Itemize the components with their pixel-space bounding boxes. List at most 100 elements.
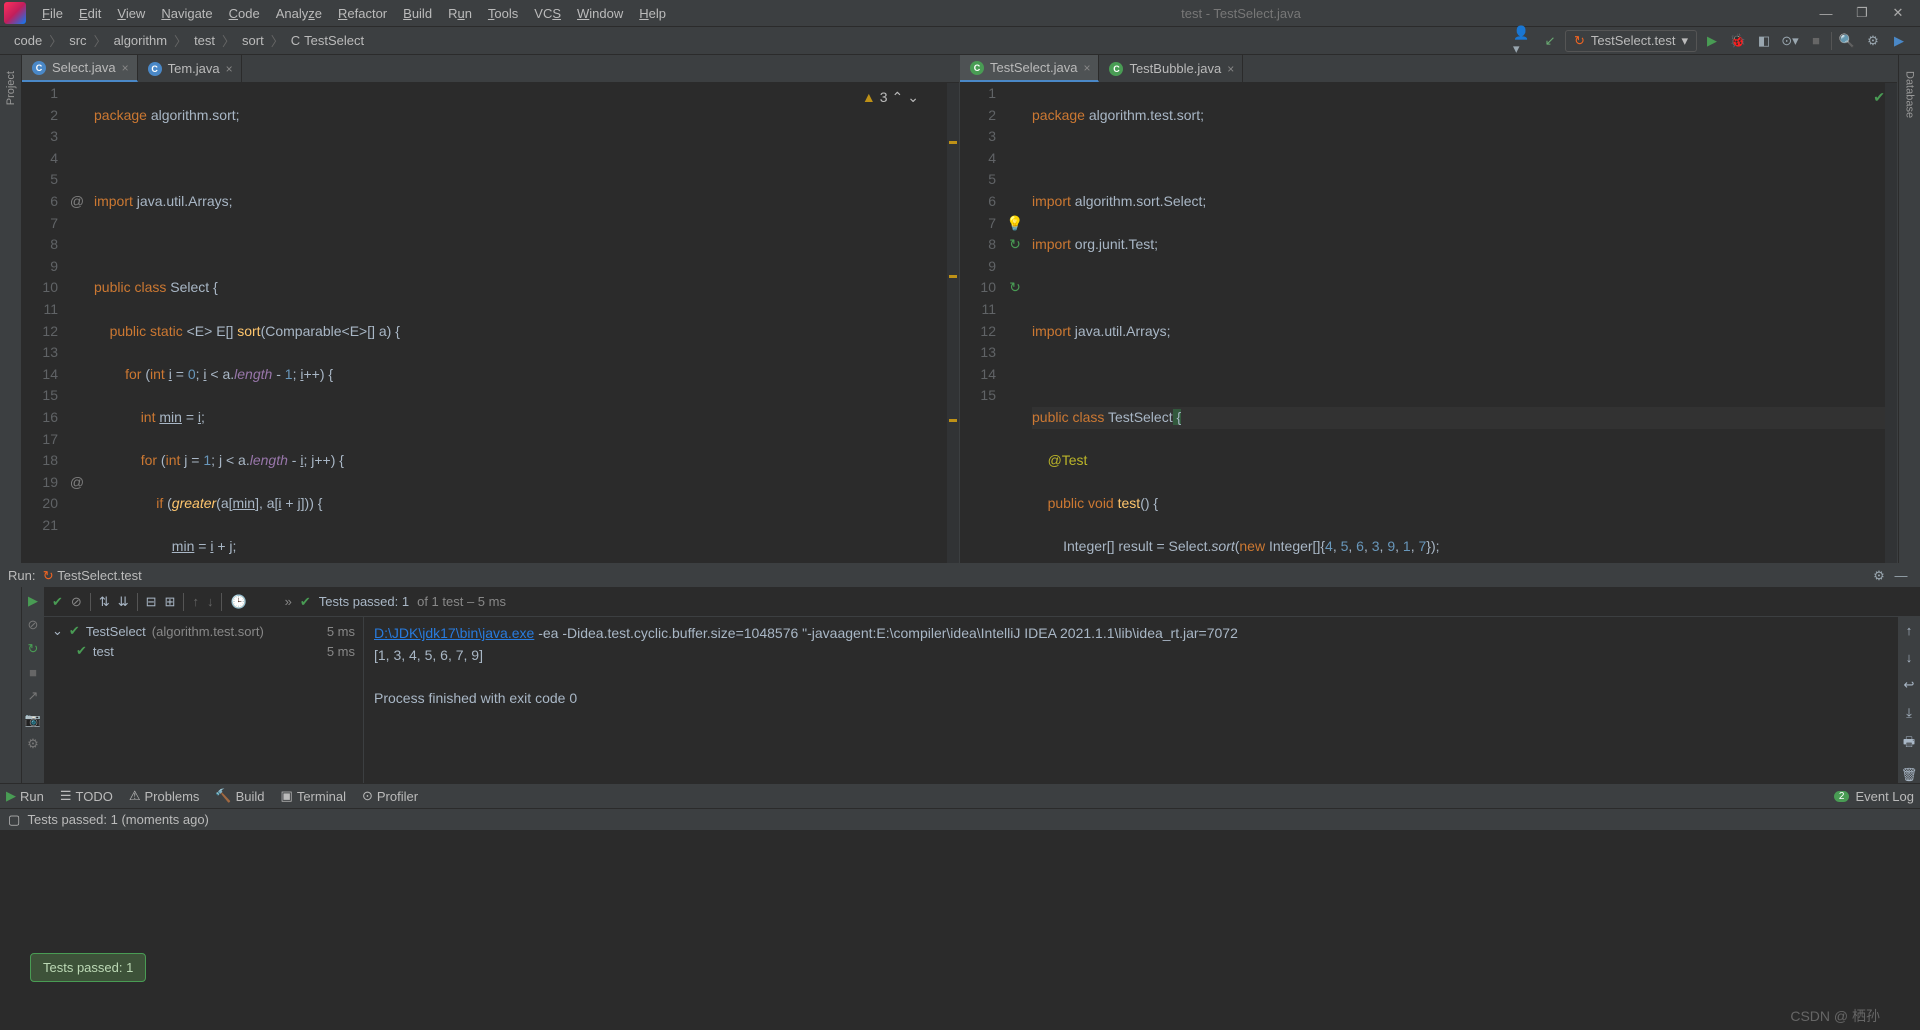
crumb-class[interactable]: CTestSelect <box>287 33 368 48</box>
menu-navigate[interactable]: Navigate <box>153 6 220 21</box>
close-button[interactable]: ✕ <box>1880 0 1916 27</box>
menu-refactor[interactable]: Refactor <box>330 6 395 21</box>
scroll-end-icon[interactable]: ⤓ <box>1906 705 1912 721</box>
todo-tab-button[interactable]: ☰TODO <box>60 788 113 804</box>
close-icon[interactable]: × <box>122 61 129 75</box>
sort-down-icon[interactable]: ⇊ <box>118 594 129 610</box>
collapse-icon[interactable]: ⊞ <box>165 594 176 610</box>
run-tab-button[interactable]: ▶Run <box>6 788 44 804</box>
right-editor[interactable]: 123456789101112131415 💡↻↻ package algori… <box>960 83 1897 563</box>
project-structure-icon[interactable]: ▶ <box>1888 30 1910 52</box>
gear-icon[interactable]: ⚙ <box>1868 565 1890 587</box>
menu-run[interactable]: Run <box>440 6 480 21</box>
test-toolbar: ✔ ⊘ ⇅ ⇊ ⊟ ⊞ ↑ ↓ 🕒 » ✔ Tests passed: 1 of… <box>44 587 1920 617</box>
tab-select[interactable]: CSelect.java× <box>22 55 138 82</box>
settings-icon[interactable]: ⚙ <box>1862 30 1884 52</box>
code-area-right[interactable]: package algorithm.test.sort; import algo… <box>1026 83 1885 563</box>
rerun-failed-icon[interactable]: ↻ <box>28 641 39 657</box>
history-icon[interactable]: 🕒 <box>230 594 246 610</box>
menu-build[interactable]: Build <box>395 6 440 21</box>
notification-balloon[interactable]: Tests passed: 1 <box>30 953 146 982</box>
inspection-ok-icon[interactable]: ✔ <box>1873 87 1885 109</box>
tab-testbubble[interactable]: CTestBubble.java× <box>1099 55 1243 82</box>
crumb-sort[interactable]: sort <box>238 33 268 48</box>
line-gutter: 123456789101112131415161718192021 <box>22 83 66 563</box>
tests-passed-label: Tests passed: 1 <box>319 594 409 609</box>
menu-vcs[interactable]: VCS <box>526 6 569 21</box>
inspection-badge[interactable]: ▲3⌃⌄ <box>862 87 919 109</box>
left-editor[interactable]: 123456789101112131415161718192021 @@ pac… <box>22 83 959 563</box>
close-icon[interactable]: × <box>226 62 233 76</box>
error-stripe[interactable] <box>1885 83 1897 563</box>
export-icon[interactable]: ↗ <box>28 688 39 704</box>
run-toolwindow: Run: ↻ TestSelect.test ⚙ — ▶ ⊘ ↻ ■ ↗ 📷 ⚙… <box>0 563 1920 783</box>
project-toolwindow-button[interactable]: Project <box>5 71 17 105</box>
status-text: Tests passed: 1 (moments ago) <box>28 812 209 827</box>
maximize-button[interactable]: ❐ <box>1844 0 1880 27</box>
test-tree-root[interactable]: ⌄✔TestSelect(algorithm.test.sort)5 ms <box>48 621 359 641</box>
stop-button[interactable]: ■ <box>1805 30 1827 52</box>
coverage-button[interactable]: ◧ <box>1753 30 1775 52</box>
database-toolwindow-button[interactable]: Database <box>1904 71 1916 118</box>
camera-icon[interactable]: 📷 <box>25 712 41 728</box>
crumb-code[interactable]: code <box>10 33 46 48</box>
menu-tools[interactable]: Tools <box>480 6 526 21</box>
run-config-selector[interactable]: ↻TestSelect.test▾ <box>1565 30 1697 52</box>
crumb-test[interactable]: test <box>190 33 219 48</box>
build-tab-button[interactable]: 🔨Build <box>215 788 264 804</box>
profiler-tab-button[interactable]: ⊙Profiler <box>362 788 418 804</box>
close-icon[interactable]: × <box>1227 62 1234 76</box>
menu-edit[interactable]: Edit <box>71 6 109 21</box>
right-tabs: CTestSelect.java× CTestBubble.java× <box>960 55 1897 83</box>
search-icon[interactable]: 🔍 <box>1836 30 1858 52</box>
run-button[interactable]: ▶ <box>1701 30 1723 52</box>
menu-file[interactable]: File <box>34 6 71 21</box>
debug-button[interactable]: 🐞 <box>1727 30 1749 52</box>
scroll-down-icon[interactable]: ↓ <box>1906 650 1913 665</box>
check-icon[interactable]: ✔ <box>52 594 63 610</box>
soft-wrap-icon[interactable]: ↩ <box>1904 677 1915 693</box>
test-tree-item[interactable]: ✔test5 ms <box>48 641 359 661</box>
test-tree[interactable]: ⌄✔TestSelect(algorithm.test.sort)5 ms ✔t… <box>44 617 364 783</box>
minimize-button[interactable]: — <box>1808 0 1844 27</box>
toggle-ignored-icon[interactable]: ⊘ <box>71 594 82 610</box>
left-strip <box>0 587 22 783</box>
minimize-panel-icon[interactable]: — <box>1890 565 1912 587</box>
close-icon[interactable]: × <box>1083 61 1090 75</box>
event-log-button[interactable]: Event Log <box>1855 789 1914 804</box>
crumb-src[interactable]: src <box>65 33 90 48</box>
bottom-toolwindow-bar: ▶Run ☰TODO ⚠Problems 🔨Build ▣Terminal ⊙P… <box>0 783 1920 808</box>
show-passed-icon[interactable]: ⊘ <box>28 617 39 633</box>
toolwindow-toggle-icon[interactable]: ▢ <box>8 812 20 828</box>
next-icon[interactable]: ↓ <box>207 594 214 609</box>
print-icon[interactable]: 🖶 <box>1903 733 1915 755</box>
expand-icon[interactable]: ⊟ <box>146 594 157 610</box>
console-output[interactable]: D:\JDK\jdk17\bin\java.exe -ea -Didea.tes… <box>364 617 1898 783</box>
menu-help[interactable]: Help <box>631 6 674 21</box>
rerun-icon[interactable]: ▶ <box>28 593 38 609</box>
problems-tab-button[interactable]: ⚠Problems <box>129 788 200 804</box>
menu-view[interactable]: View <box>109 6 153 21</box>
menu-code[interactable]: Code <box>221 6 268 21</box>
menu-window[interactable]: Window <box>569 6 631 21</box>
menu-analyze[interactable]: Analyze <box>268 6 330 21</box>
terminal-tab-button[interactable]: ▣Terminal <box>281 788 346 804</box>
tab-tem[interactable]: CTem.java× <box>138 55 242 82</box>
trash-icon[interactable]: 🗑 <box>1901 767 1918 783</box>
error-stripe[interactable] <box>947 83 959 563</box>
back-icon[interactable]: ↙ <box>1539 30 1561 52</box>
settings-icon[interactable]: ⚙ <box>27 736 39 752</box>
profile-button[interactable]: ⊙▾ <box>1779 30 1801 52</box>
sort-icon[interactable]: ⇅ <box>99 594 110 610</box>
stop-icon[interactable]: ■ <box>29 665 37 680</box>
run-title: Run: <box>8 568 35 583</box>
add-user-icon[interactable]: 👤▾ <box>1513 30 1535 52</box>
exe-link[interactable]: D:\JDK\jdk17\bin\java.exe <box>374 625 534 641</box>
code-area-left[interactable]: package algorithm.sort; import java.util… <box>88 83 947 563</box>
tab-testselect[interactable]: CTestSelect.java× <box>960 55 1099 82</box>
prev-icon[interactable]: ↑ <box>192 594 199 609</box>
scroll-up-icon[interactable]: ↑ <box>1906 623 1913 638</box>
crumb-algorithm[interactable]: algorithm <box>110 33 171 48</box>
run-side-toolbar: ▶ ⊘ ↻ ■ ↗ 📷 ⚙ <box>22 587 44 783</box>
right-toolwindow-bar: Database <box>1898 55 1920 563</box>
